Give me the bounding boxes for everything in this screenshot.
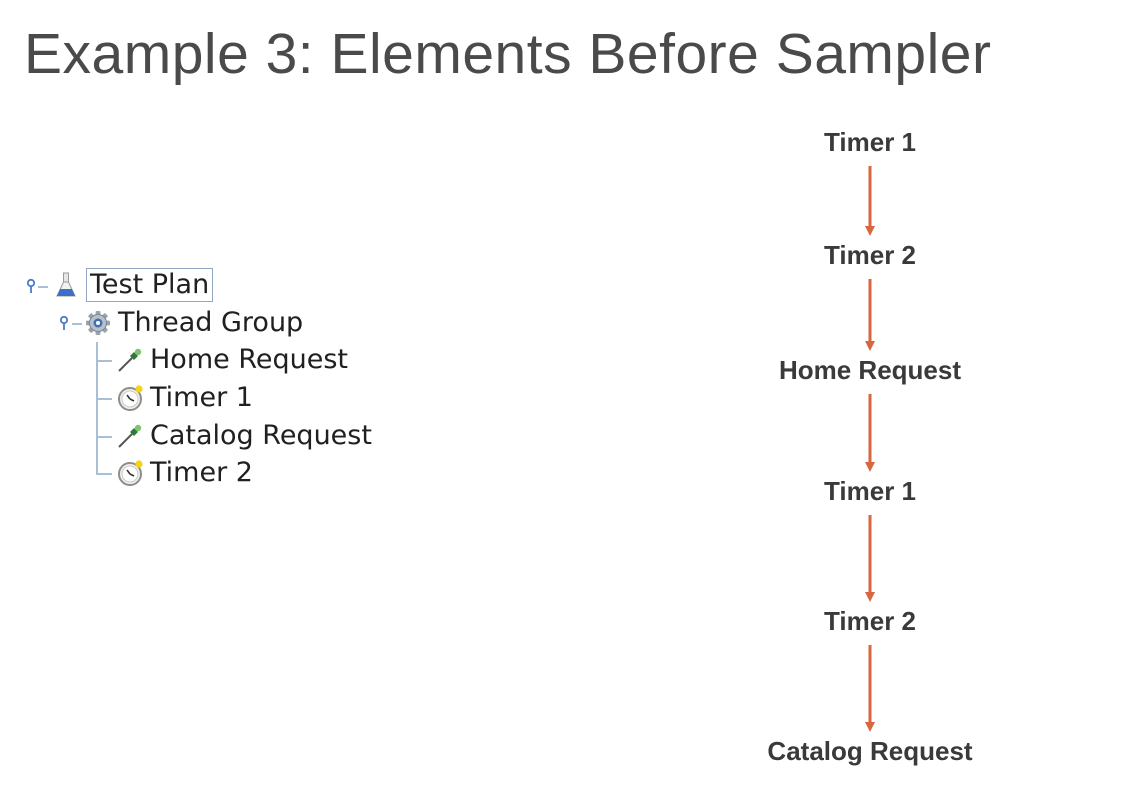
tree-expand-handle[interactable] — [24, 278, 38, 294]
stopwatch-icon — [118, 460, 143, 486]
test-plan-tree: Test Plan Thread Group Home Request Time… — [0, 0, 450, 800]
pipette-icon — [118, 424, 142, 448]
flow-step: Catalog Request — [767, 736, 973, 766]
flow-step: Timer 2 — [823, 240, 916, 270]
tree-expand-handle[interactable] — [57, 315, 71, 331]
tree-connector-line — [96, 436, 112, 438]
stopwatch-icon — [118, 385, 143, 411]
gear-icon — [86, 311, 110, 335]
slide: Example 3: Elements Before Sampler Test … — [0, 0, 1131, 800]
flask-icon — [56, 272, 76, 297]
tree-item-home-request[interactable]: Home Request — [116, 343, 348, 377]
tree-item-label: Test Plan — [86, 268, 214, 302]
tree-connector-line — [96, 342, 98, 474]
tree-connector-line — [96, 398, 112, 400]
tree-item-thread-group[interactable]: Thread Group — [84, 306, 303, 340]
flow-arrows — [865, 166, 875, 732]
tree-item-label: Home Request — [150, 344, 348, 375]
flow-step: Timer 2 — [823, 606, 916, 636]
tree-item-timer-1[interactable]: Timer 1 — [116, 381, 253, 415]
flow-step: Home Request — [778, 355, 962, 385]
tree-item-timer-2[interactable]: Timer 2 — [116, 456, 253, 490]
execution-order-flow: Timer 1 Timer 2 Home Request Timer 1 Tim… — [700, 110, 1040, 780]
flow-step: Timer 1 — [823, 127, 916, 157]
pipette-icon — [118, 348, 142, 372]
tree-item-catalog-request[interactable]: Catalog Request — [116, 419, 372, 453]
tree-connector-line — [72, 323, 82, 325]
tree-connector-line — [96, 473, 112, 475]
tree-connector-line — [38, 286, 48, 288]
tree-connector-line — [96, 360, 112, 362]
tree-item-label: Catalog Request — [150, 420, 372, 451]
tree-item-test-plan[interactable]: Test Plan — [52, 268, 214, 302]
tree-item-label: Timer 2 — [150, 457, 253, 488]
tree-item-label: Thread Group — [118, 307, 304, 338]
flow-step: Timer 1 — [823, 476, 916, 506]
tree-item-label: Timer 1 — [150, 382, 253, 413]
